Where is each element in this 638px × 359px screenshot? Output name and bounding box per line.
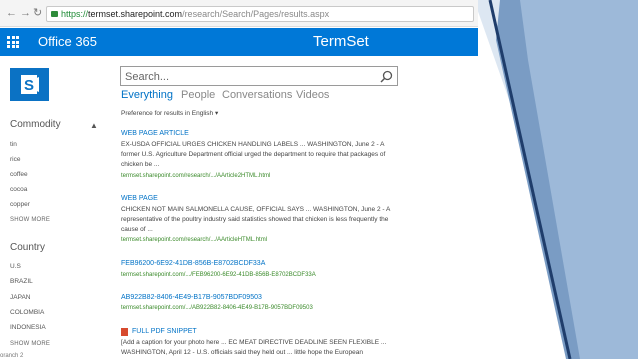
url-scheme: https:// — [61, 9, 89, 19]
facet-item[interactable]: INDONESIA — [10, 324, 46, 331]
result-title[interactable]: WEB PAGE — [121, 195, 158, 202]
vertical-videos[interactable]: Videos — [296, 89, 329, 101]
result-title[interactable]: FEB96200-6E92-41DB-856B-E8702BCDF33A — [121, 260, 265, 267]
show-more-link[interactable]: SHOW MORE — [10, 341, 50, 347]
url-field[interactable]: https://termset.sharepoint.com/research/… — [46, 6, 474, 22]
address-bar: ← → ↻ https://termset.sharepoint.com/res… — [0, 0, 478, 27]
result-snippet: [Add a caption for your photo here ... E… — [121, 339, 387, 356]
facet-cut-text: oranch 2 — [0, 353, 24, 359]
result-url[interactable]: termset.sharepoint.com/.../FEB96200-6E92… — [121, 272, 316, 278]
facet-item[interactable]: rice — [10, 156, 20, 163]
language-preference-dropdown[interactable]: Preference for results in English ▾ — [121, 109, 218, 117]
facet-item[interactable]: COLOMBIA — [10, 309, 44, 316]
facet-item[interactable]: coffee — [10, 171, 28, 178]
facet-country-title: Country — [10, 242, 46, 253]
app-title[interactable]: Office 365 — [38, 34, 97, 49]
site-title[interactable]: TermSet — [313, 33, 369, 50]
facet-item[interactable]: JAPAN — [10, 294, 30, 301]
facet-item[interactable]: copper — [10, 201, 30, 208]
result-url[interactable]: termset.sharepoint.com/research/.../AArt… — [121, 173, 270, 179]
result-url[interactable]: termset.sharepoint.com/.../AB922B82-8406… — [121, 305, 313, 311]
result-snippet: EX-USDA OFFICIAL URGES CHICKEN HANDLING … — [121, 141, 386, 168]
show-more-link[interactable]: SHOW MORE — [10, 217, 50, 223]
facet-item[interactable]: U.S — [10, 263, 21, 270]
facet-item[interactable]: BRAZIL — [10, 278, 33, 285]
result-title[interactable]: FULL PDF SNIPPET — [132, 328, 197, 335]
suite-bar: Office 365 TermSet — [0, 28, 478, 56]
sharepoint-logo-icon[interactable]: S — [10, 68, 49, 101]
facet-collapse-icon[interactable]: ▲ — [90, 121, 98, 130]
forward-icon[interactable]: → — [20, 8, 31, 19]
result-title[interactable]: WEB PAGE ARTICLE — [121, 130, 189, 137]
result-title[interactable]: AB922B82-8406-4E49-B17B-9057BDF09503 — [121, 294, 262, 301]
facet-commodity-title: Commodity — [10, 119, 61, 130]
facet-item[interactable]: cocoa — [10, 186, 27, 193]
facet-item[interactable]: tin — [10, 141, 17, 148]
language-preference-label: Preference for results in English — [121, 110, 214, 117]
app-launcher-icon[interactable] — [7, 36, 19, 48]
search-icon[interactable] — [380, 70, 393, 83]
reload-icon[interactable]: ↻ — [33, 8, 42, 19]
result-url[interactable]: termset.sharepoint.com/research/.../AArt… — [121, 237, 267, 243]
pdf-icon — [121, 328, 128, 336]
url-path: /research/Search/Pages/results.aspx — [182, 9, 330, 19]
chevron-down-icon: ▾ — [214, 110, 219, 117]
vertical-everything[interactable]: Everything — [121, 89, 173, 101]
back-icon[interactable]: ← — [6, 8, 17, 19]
search-input[interactable] — [125, 69, 375, 84]
url-host: termset.sharepoint.com — [88, 9, 183, 19]
search-box — [120, 66, 398, 86]
result-snippet: CHICKEN NOT MAIN SALMONELLA CAUSE, OFFIC… — [121, 206, 390, 233]
vertical-conversations[interactable]: Conversations — [222, 89, 292, 101]
lock-icon — [51, 11, 58, 17]
vertical-people[interactable]: People — [181, 89, 215, 101]
browser-window: ← → ↻ https://termset.sharepoint.com/res… — [0, 0, 478, 359]
svg-text:S: S — [24, 77, 34, 94]
